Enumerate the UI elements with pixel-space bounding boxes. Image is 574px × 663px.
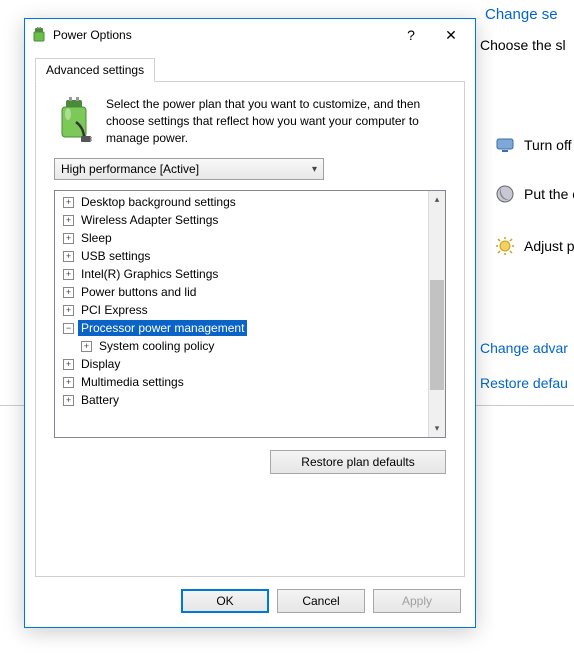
scrollbar[interactable]: ▴ ▾ (428, 191, 445, 437)
background-turn-off-label: Turn off t (524, 137, 574, 153)
tree-item-label: USB settings (78, 248, 153, 264)
background-change-advanced-link[interactable]: Change advar (480, 340, 568, 356)
power-options-icon (31, 27, 47, 43)
tree-row[interactable]: + Sleep (59, 229, 428, 247)
settings-tree: + Desktop background settings + Wireless Ad… (54, 190, 446, 438)
cancel-button[interactable]: Cancel (277, 589, 365, 613)
background-adjust-label: Adjust pl (524, 238, 574, 254)
brightness-icon (495, 236, 515, 256)
background-put-computer-label: Put the c (524, 186, 574, 202)
expand-icon[interactable]: + (81, 341, 92, 352)
power-plan-select[interactable]: High performance [Active] ▾ (54, 158, 324, 180)
tree-item-label: Battery (78, 392, 122, 408)
dialog-title: Power Options (53, 28, 391, 42)
apply-button[interactable]: Apply (373, 589, 461, 613)
restore-plan-defaults-button[interactable]: Restore plan defaults (270, 450, 446, 474)
expand-icon[interactable]: + (63, 269, 74, 280)
expand-icon[interactable]: + (63, 215, 74, 226)
tree-row[interactable]: + Wireless Adapter Settings (59, 211, 428, 229)
tree-row[interactable]: + PCI Express (59, 301, 428, 319)
power-options-dialog: Power Options ? ✕ Advanced settings Sele… (24, 18, 476, 628)
background-choose-text: Choose the sl (480, 37, 566, 53)
tree-item-label: Multimedia settings (78, 374, 187, 390)
tree-row[interactable]: + Intel(R) Graphics Settings (59, 265, 428, 283)
scroll-down-button[interactable]: ▾ (429, 420, 445, 437)
help-button[interactable]: ? (391, 27, 431, 43)
tab-panel: Select the power plan that you want to c… (35, 81, 465, 577)
tree-item-label: System cooling policy (96, 338, 217, 354)
expand-icon[interactable]: + (63, 197, 74, 208)
tree-row[interactable]: + Desktop background settings (59, 193, 428, 211)
scroll-track[interactable] (429, 208, 445, 420)
background-change-settings-link[interactable]: Change se (485, 6, 558, 23)
ok-button[interactable]: OK (181, 589, 269, 613)
power-plan-selected-label: High performance [Active] (61, 162, 199, 176)
tree-item-label: Processor power management (78, 320, 247, 336)
dialog-titlebar: Power Options ? ✕ (25, 19, 475, 51)
expand-icon[interactable]: + (63, 233, 74, 244)
tree-item-label: PCI Express (78, 302, 151, 318)
collapse-icon[interactable]: − (63, 323, 74, 334)
tree-item-label: Intel(R) Graphics Settings (78, 266, 221, 282)
header-row: Select the power plan that you want to c… (54, 96, 446, 146)
tree-item-label: Power buttons and lid (78, 284, 199, 300)
scroll-up-button[interactable]: ▴ (429, 191, 445, 208)
tree-row[interactable]: + Power buttons and lid (59, 283, 428, 301)
header-description: Select the power plan that you want to c… (106, 96, 446, 146)
tab-advanced-settings[interactable]: Advanced settings (35, 58, 155, 82)
expand-icon[interactable]: + (63, 377, 74, 388)
tree-row[interactable]: −Processor power management (59, 319, 428, 337)
battery-plug-icon (54, 96, 94, 144)
dialog-button-row: OK Cancel Apply (25, 577, 475, 627)
scroll-thumb[interactable] (430, 280, 444, 390)
tree-item-label: Sleep (78, 230, 115, 246)
chevron-down-icon: ▾ (312, 164, 317, 175)
tree-row[interactable]: + System cooling policy (59, 337, 428, 355)
tab-strip: Advanced settings (25, 51, 475, 81)
tree-row[interactable]: + Battery (59, 391, 428, 409)
close-button[interactable]: ✕ (431, 27, 471, 44)
expand-icon[interactable]: + (63, 395, 74, 406)
moon-icon (495, 184, 515, 204)
expand-icon[interactable]: + (63, 251, 74, 262)
expand-icon[interactable]: + (63, 287, 74, 298)
tree-item-label: Desktop background settings (78, 194, 239, 210)
tree-item-label: Wireless Adapter Settings (78, 212, 221, 228)
tree-row[interactable]: + Multimedia settings (59, 373, 428, 391)
expand-icon[interactable]: + (63, 305, 74, 316)
tree-row[interactable]: + Display (59, 355, 428, 373)
tree-item-label: Display (78, 356, 123, 372)
display-icon (495, 135, 515, 155)
tree-row[interactable]: + USB settings (59, 247, 428, 265)
background-restore-default-link[interactable]: Restore defau (480, 375, 568, 391)
expand-icon[interactable]: + (63, 359, 74, 370)
